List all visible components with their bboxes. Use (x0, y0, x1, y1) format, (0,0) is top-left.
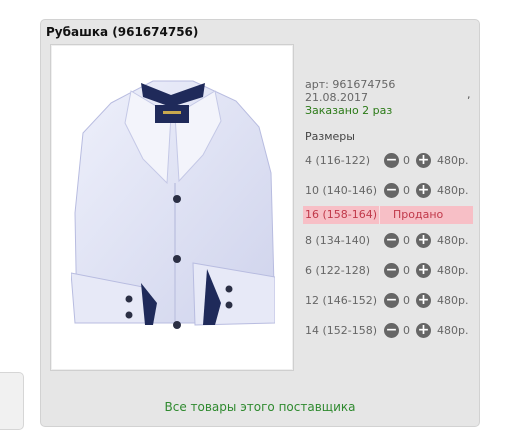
size-label: 10 (140-146) (305, 184, 378, 197)
size-price: 480р. (437, 264, 469, 277)
product-card: Рубашка (961674756) арт: 961674756 21.08… (40, 19, 480, 427)
minus-icon[interactable]: − (384, 153, 399, 168)
plus-icon[interactable]: + (416, 183, 431, 198)
size-quantity: 0 (403, 294, 410, 307)
size-quantity: 0 (403, 264, 410, 277)
product-date: 21.08.2017 (305, 91, 368, 104)
plus-icon[interactable]: + (416, 153, 431, 168)
size-row: 10 (140-146) − 0 + 480р. (303, 182, 473, 200)
size-price: 480р. (437, 184, 469, 197)
plus-icon[interactable]: + (416, 233, 431, 248)
size-row: 12 (146-152) − 0 + 480р. (303, 292, 473, 310)
size-row: 14 (152-158) − 0 + 480р. (303, 322, 473, 340)
product-meta: арт: 961674756 21.08.2017 Заказано 2 раз (305, 78, 395, 117)
size-label: 12 (146-152) (305, 294, 378, 307)
size-quantity: 0 (403, 324, 410, 337)
minus-icon[interactable]: − (384, 233, 399, 248)
plus-icon[interactable]: + (416, 293, 431, 308)
article-number: арт: 961674756 (305, 78, 396, 91)
minus-icon[interactable]: − (384, 323, 399, 338)
size-quantity: 0 (403, 154, 410, 167)
size-row-sold: 16 (158-164) Продано (303, 206, 473, 224)
product-photo[interactable] (50, 44, 294, 371)
size-row: 8 (134-140) − 0 + 480р. (303, 232, 473, 250)
all-supplier-products-link[interactable]: Все товары этого поставщика (41, 400, 479, 414)
size-row: 4 (116-122) − 0 + 480р. (303, 152, 473, 170)
shirt-image (71, 80, 275, 329)
size-quantity: 0 (403, 184, 410, 197)
plus-icon[interactable]: + (416, 323, 431, 338)
size-row: 6 (122-128) − 0 + 480р. (303, 262, 473, 280)
size-label: 16 (158-164) (305, 208, 378, 221)
size-price: 480р. (437, 324, 469, 337)
order-count: Заказано 2 раз (305, 104, 393, 117)
size-price: 480р. (437, 154, 469, 167)
size-label: 14 (152-158) (305, 324, 378, 337)
row-divider (379, 206, 380, 224)
size-quantity: 0 (403, 234, 410, 247)
size-label: 8 (134-140) (305, 234, 371, 247)
side-mark: , (467, 88, 471, 101)
size-label: 6 (122-128) (305, 264, 371, 277)
sizes-heading: Размеры (305, 130, 355, 143)
product-title: Рубашка (961674756) (46, 25, 199, 39)
size-price: 480р. (437, 234, 469, 247)
minus-icon[interactable]: − (384, 293, 399, 308)
minus-icon[interactable]: − (384, 263, 399, 278)
plus-icon[interactable]: + (416, 263, 431, 278)
left-panel-edge (0, 372, 24, 430)
size-label: 4 (116-122) (305, 154, 371, 167)
size-price: 480р. (437, 294, 469, 307)
minus-icon[interactable]: − (384, 183, 399, 198)
sold-out-label: Продано (393, 208, 444, 221)
